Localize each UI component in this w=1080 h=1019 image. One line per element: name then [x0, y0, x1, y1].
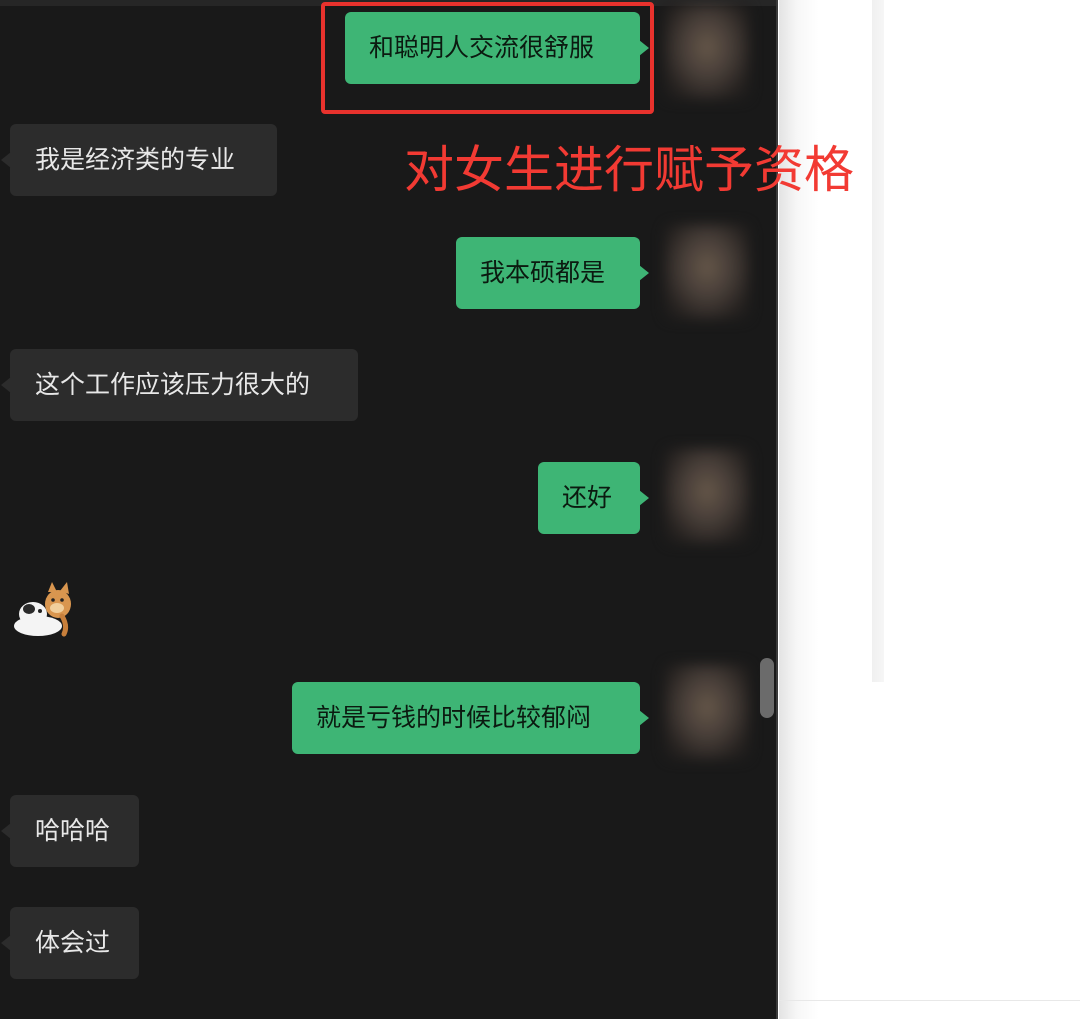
message-text: 这个工作应该压力很大的	[35, 370, 311, 399]
message-text: 体会过	[35, 928, 111, 957]
cat-dog-hug-sticker[interactable]	[12, 578, 78, 640]
annotation-label: 对女生进行赋予资格	[404, 141, 854, 199]
message-received-bubble[interactable]: 这个工作应该压力很大的	[1, 349, 358, 421]
my-avatar-blurred[interactable]	[664, 664, 750, 760]
my-avatar-blurred[interactable]	[664, 4, 750, 100]
message-text: 我本硕都是	[480, 258, 606, 287]
scrollbar-thumb[interactable]	[760, 658, 774, 718]
message-sent-bubble[interactable]: 还好	[538, 462, 649, 534]
highlight-annotation-box	[321, 2, 654, 114]
message-received-bubble[interactable]: 我是经济类的专业	[1, 124, 277, 196]
message-sent-bubble[interactable]: 就是亏钱的时候比较郁闷	[292, 682, 649, 754]
message-text: 还好	[562, 483, 613, 512]
panel-divider	[872, 0, 884, 682]
my-avatar-blurred[interactable]	[664, 224, 750, 320]
message-received-bubble[interactable]: 体会过	[1, 907, 139, 979]
message-text: 我是经济类的专业	[35, 145, 236, 174]
my-avatar-blurred[interactable]	[664, 448, 750, 544]
message-text: 就是亏钱的时候比较郁闷	[316, 703, 592, 732]
message-received-bubble[interactable]: 哈哈哈	[1, 795, 139, 867]
message-text: 哈哈哈	[35, 816, 111, 845]
panel-bottom-line	[779, 1000, 1080, 1001]
message-sent-bubble[interactable]: 我本硕都是	[456, 237, 649, 309]
